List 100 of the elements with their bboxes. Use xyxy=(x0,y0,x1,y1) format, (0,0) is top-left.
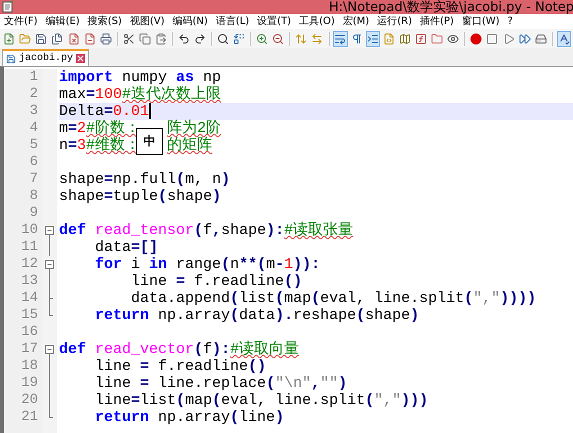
code-token: shape xyxy=(365,307,410,324)
code-token: ( xyxy=(158,188,168,205)
print-icon xyxy=(100,32,112,44)
code-token: ). xyxy=(275,307,294,324)
paste-button[interactable] xyxy=(154,30,168,46)
menu-item[interactable]: 运行(R) xyxy=(377,16,412,28)
record-button[interactable] xyxy=(469,30,484,46)
code-token: line xyxy=(239,409,276,426)
code-token: ( xyxy=(230,409,240,426)
stop-icon xyxy=(486,32,498,44)
code-token: = xyxy=(68,120,78,137)
menu-item[interactable]: 编码(N) xyxy=(172,16,208,28)
code-token: **( xyxy=(239,256,266,273)
save-all-button[interactable] xyxy=(50,30,64,46)
vertical-sync-icon xyxy=(295,32,308,44)
code-token: read_tensor xyxy=(95,222,194,239)
code-token: = xyxy=(104,188,114,205)
code-token: line xyxy=(130,273,168,290)
code-token: = xyxy=(68,137,78,154)
fold-toggle-icon[interactable] xyxy=(45,260,54,269)
code-token: )))) xyxy=(500,290,536,307)
code-token: = xyxy=(140,375,150,392)
print-button[interactable] xyxy=(98,30,113,46)
fold-toggle-icon[interactable] xyxy=(45,345,54,354)
zoom-in-icon xyxy=(256,32,268,44)
code-token: as xyxy=(176,69,194,86)
play-icon xyxy=(502,32,515,44)
new-file-button[interactable] xyxy=(2,30,16,46)
code-token: =[] xyxy=(131,239,158,256)
code-token: 2 xyxy=(77,120,86,137)
record-icon xyxy=(470,32,482,44)
code-token: data xyxy=(239,307,276,324)
language-button[interactable] xyxy=(382,30,396,46)
save-all-icon xyxy=(51,32,64,44)
zoom-out-icon xyxy=(272,32,284,44)
code-token: () xyxy=(284,273,302,290)
code-token: ( xyxy=(356,307,366,324)
save-icon xyxy=(35,32,48,44)
menu-item[interactable]: 搜索(S) xyxy=(88,16,122,28)
menu-item[interactable]: 文件(F) xyxy=(4,16,38,28)
document-map-icon xyxy=(398,32,411,44)
code-token: ( xyxy=(176,171,186,188)
menu-item[interactable]: ? xyxy=(508,16,513,28)
line-number: 9 xyxy=(28,205,39,222)
line-number: 17 xyxy=(20,341,39,358)
menu-item[interactable]: 宏(M) xyxy=(342,16,370,28)
line-number: 10 xyxy=(20,222,39,239)
code-token: 3 xyxy=(77,137,86,154)
menu-item[interactable]: 设置(T) xyxy=(257,16,292,28)
menu-item[interactable]: 窗口(W) xyxy=(462,16,500,28)
code-token: = xyxy=(104,171,114,188)
code-token: = xyxy=(131,392,140,409)
scissors-icon xyxy=(122,32,135,44)
line-number: 7 xyxy=(28,171,39,188)
code-token: n xyxy=(59,137,68,154)
code-token: line.replace xyxy=(157,375,266,392)
paste-icon xyxy=(155,32,168,44)
line-number: 2 xyxy=(28,86,39,103)
line-number: 6 xyxy=(28,154,39,171)
line-number: 19 xyxy=(20,375,39,392)
code-token: ( xyxy=(176,392,186,409)
code-token: tuple xyxy=(113,188,158,205)
code-token: = xyxy=(104,103,114,120)
code-token: "," xyxy=(473,290,500,307)
menu-item[interactable]: 语言(L) xyxy=(216,16,250,28)
code-token: = xyxy=(140,358,150,375)
file-tab[interactable]: jacobi.py xyxy=(2,49,90,66)
code-token: for xyxy=(94,256,122,273)
close-icon[interactable] xyxy=(76,54,86,63)
code-token: i xyxy=(130,256,142,273)
pilcrow-icon xyxy=(350,32,363,44)
line-number: 21 xyxy=(20,409,39,426)
code-token: , xyxy=(311,375,320,392)
menu-item[interactable]: 编辑(E) xyxy=(46,16,80,28)
spell-check-icon xyxy=(558,32,570,44)
code-comment: 阵为2阶 xyxy=(167,120,222,137)
code-token: 1 xyxy=(284,256,294,273)
code-token: list xyxy=(239,290,276,307)
code-token: shape xyxy=(221,222,266,239)
code-token: "\n" xyxy=(275,375,312,392)
code-token: np.array xyxy=(157,409,230,426)
code-token: m xyxy=(266,256,276,273)
menu-item[interactable]: 工具(O) xyxy=(299,16,335,28)
close-file-button[interactable] xyxy=(66,30,81,46)
word-wrap-button[interactable] xyxy=(333,30,348,46)
close-all-button[interactable] xyxy=(82,30,97,46)
fold-toggle-icon[interactable] xyxy=(45,226,54,235)
code-token: return xyxy=(94,307,150,324)
code-token: numpy xyxy=(121,69,168,86)
code-token: ( xyxy=(365,392,374,409)
spell-check-button[interactable] xyxy=(556,30,571,46)
code-token: def xyxy=(59,341,88,358)
menu-item[interactable]: 视图(V) xyxy=(130,16,164,28)
code-token: in xyxy=(149,256,168,273)
menu-item[interactable]: 插件(P) xyxy=(420,16,454,28)
code-comment: #读取张量 xyxy=(284,222,354,239)
code-token: () xyxy=(248,358,266,375)
indent-guide-button[interactable] xyxy=(366,30,380,46)
code-token: , xyxy=(212,222,222,239)
copy-button[interactable] xyxy=(138,30,152,46)
